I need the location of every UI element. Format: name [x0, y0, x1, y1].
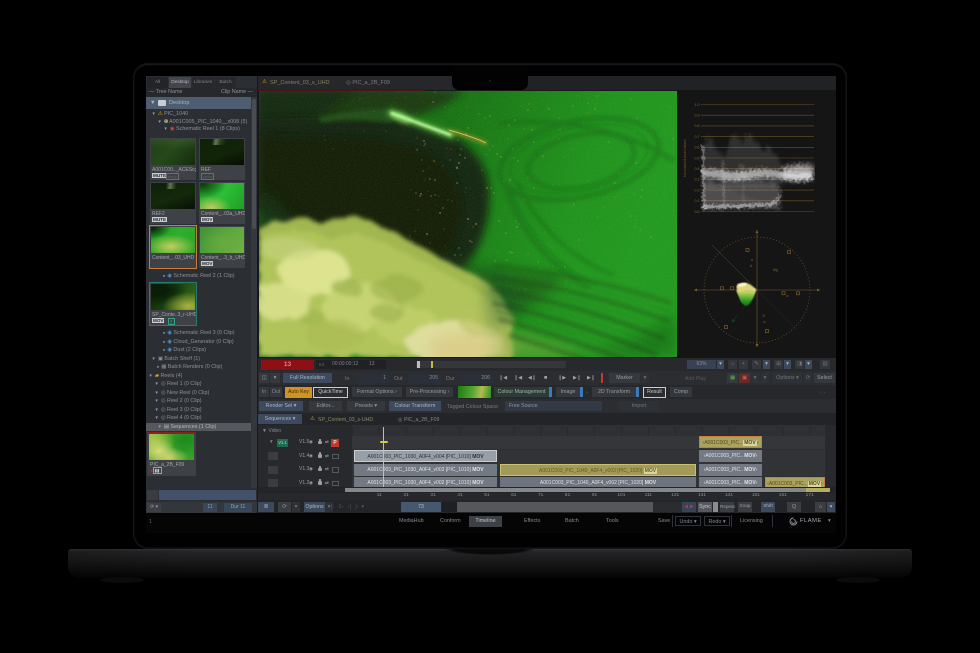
svg-text:0.0: 0.0: [695, 210, 700, 214]
svg-text:0.3: 0.3: [695, 178, 700, 182]
svg-text:Normalized pixel values: Normalized pixel values: [683, 139, 687, 177]
svg-text:a: a: [751, 258, 753, 262]
svg-text:a: a: [764, 320, 766, 324]
svg-text:1.0: 1.0: [695, 103, 700, 107]
svg-text:0.6: 0.6: [695, 146, 700, 150]
svg-text:0.1: 0.1: [695, 199, 700, 203]
svg-text:0.7: 0.7: [695, 135, 700, 139]
svg-text:Mg: Mg: [773, 268, 778, 272]
svg-text:a: a: [787, 294, 789, 298]
svg-text:0.9: 0.9: [695, 114, 700, 118]
svg-text:G: G: [763, 314, 766, 318]
svg-text:A: A: [750, 264, 753, 268]
svg-text:0.8: 0.8: [695, 124, 700, 128]
svg-text:0.5: 0.5: [695, 156, 700, 160]
svg-text:0.4: 0.4: [695, 167, 700, 171]
svg-text:0.2: 0.2: [695, 188, 700, 192]
